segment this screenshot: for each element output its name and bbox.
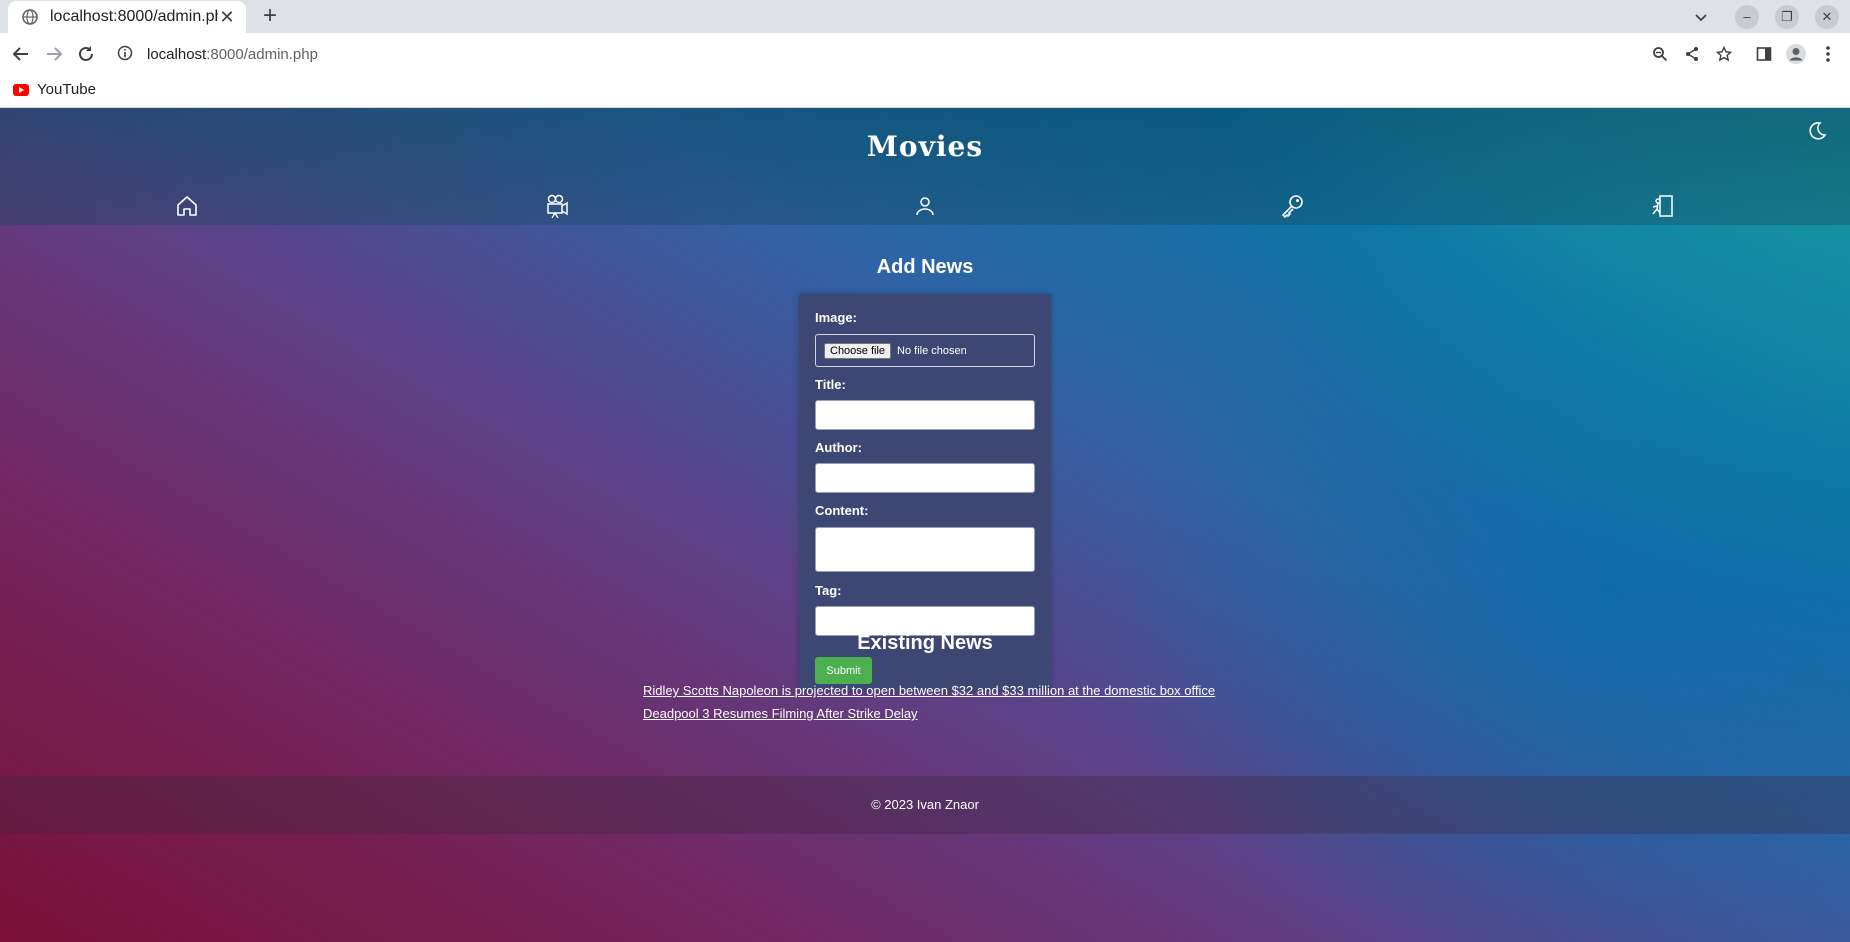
image-file-input[interactable]: Choose file No file chosen bbox=[815, 334, 1035, 367]
bookmark-label: YouTube bbox=[37, 81, 96, 98]
home-icon[interactable] bbox=[173, 192, 201, 220]
bookmark-star-icon[interactable] bbox=[1711, 41, 1737, 67]
url-path: :8000/admin.php bbox=[206, 45, 318, 63]
restore-icon[interactable]: ❐ bbox=[1775, 4, 1799, 29]
browser-tab[interactable]: localhost:8000/admin.ph ✕ bbox=[8, 1, 246, 33]
close-window-icon[interactable]: ✕ bbox=[1815, 4, 1839, 29]
user-icon[interactable] bbox=[911, 192, 939, 220]
title-input[interactable] bbox=[815, 400, 1035, 430]
minimize-icon[interactable]: – bbox=[1735, 4, 1759, 29]
side-panel-icon[interactable] bbox=[1751, 41, 1777, 67]
globe-icon bbox=[22, 9, 38, 25]
tag-label: Tag: bbox=[815, 583, 842, 598]
main-nav bbox=[0, 188, 1850, 224]
dark-mode-moon-icon[interactable] bbox=[1806, 120, 1830, 144]
site-info-icon[interactable] bbox=[117, 45, 135, 63]
forward-icon[interactable] bbox=[41, 41, 67, 67]
close-tab-icon[interactable]: ✕ bbox=[218, 7, 236, 27]
author-label: Author: bbox=[815, 440, 862, 455]
logout-icon[interactable] bbox=[1648, 192, 1676, 220]
zoom-icon[interactable] bbox=[1647, 41, 1673, 67]
key-icon[interactable] bbox=[1279, 192, 1307, 220]
tab-strip: localhost:8000/admin.ph ✕ + – ❐ ✕ bbox=[0, 0, 1850, 33]
title-label: Title: bbox=[815, 377, 846, 392]
browser-toolbar: localhost:8000/admin.php bbox=[0, 33, 1850, 75]
page-body: Movies Add News Image: Choose file No fi… bbox=[0, 108, 1850, 942]
new-tab-icon[interactable]: + bbox=[258, 2, 282, 29]
movie-camera-icon[interactable] bbox=[543, 192, 571, 220]
url-host: localhost bbox=[147, 45, 207, 63]
site-header: Movies bbox=[0, 108, 1850, 225]
site-title: Movies bbox=[866, 130, 984, 163]
content-label: Content: bbox=[815, 503, 869, 518]
bookmark-youtube[interactable]: YouTube bbox=[13, 81, 96, 98]
youtube-icon bbox=[13, 83, 29, 96]
add-news-heading: Add News bbox=[876, 256, 974, 278]
image-label: Image: bbox=[815, 310, 857, 325]
tab-title: localhost:8000/admin.ph bbox=[50, 8, 218, 25]
address-bar[interactable]: localhost:8000/admin.php bbox=[109, 38, 1639, 70]
author-input[interactable] bbox=[815, 463, 1035, 493]
menu-kebab-icon[interactable] bbox=[1815, 41, 1841, 67]
choose-file-button[interactable]: Choose file bbox=[824, 342, 892, 359]
content-textarea[interactable] bbox=[815, 527, 1035, 572]
news-link[interactable]: Deadpool 3 Resumes Filming After Strike … bbox=[643, 706, 918, 721]
bookmarks-bar: YouTube bbox=[0, 75, 1850, 108]
reload-icon[interactable] bbox=[73, 41, 99, 67]
share-icon[interactable] bbox=[1679, 41, 1705, 67]
tab-search-icon[interactable] bbox=[1689, 0, 1713, 33]
profile-avatar-icon[interactable] bbox=[1783, 41, 1809, 67]
footer: © 2023 Ivan Znaor bbox=[0, 776, 1850, 834]
existing-news-heading: Existing News bbox=[857, 632, 993, 654]
no-file-text: No file chosen bbox=[897, 344, 967, 357]
back-icon[interactable] bbox=[8, 41, 34, 67]
news-link[interactable]: Ridley Scotts Napoleon is projected to o… bbox=[643, 683, 1215, 698]
submit-button[interactable]: Submit bbox=[815, 657, 872, 684]
